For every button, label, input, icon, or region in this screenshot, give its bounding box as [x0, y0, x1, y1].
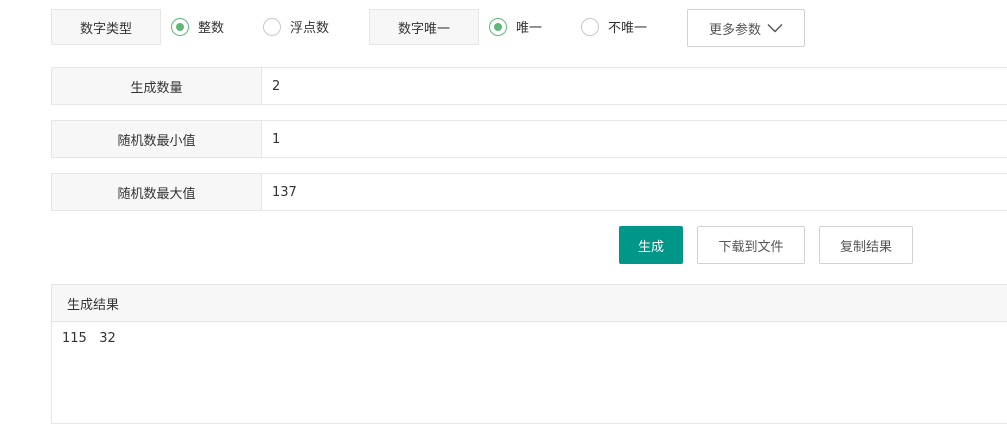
result-textarea[interactable]: 115 32 — [52, 322, 1007, 355]
number-type-label-text: 数字类型 — [79, 21, 132, 37]
number-unique-label-text: 数字唯一 — [397, 21, 450, 37]
field-max-label: 随机数最大值 — [52, 174, 262, 210]
field-count: 生成数量 2 — [51, 67, 1007, 105]
field-max: 随机数最大值 137 — [51, 173, 1007, 211]
result-title: 生成结果 — [52, 285, 1007, 322]
radio-float[interactable]: 浮点数 — [263, 17, 329, 36]
more-params-label: 更多参数 — [708, 22, 761, 38]
radio-integer-label: 整数 — [198, 21, 225, 36]
download-button[interactable]: 下载到文件 — [697, 226, 805, 264]
field-min: 随机数最小值 1 — [51, 120, 1007, 158]
field-count-label: 生成数量 — [52, 68, 262, 104]
number-unique-label: 数字唯一 — [369, 9, 479, 45]
field-count-input[interactable]: 2 — [262, 68, 1007, 104]
chevron-down-icon — [767, 24, 783, 33]
radio-not-unique[interactable]: 不唯一 — [581, 17, 647, 36]
radio-checked-icon — [171, 17, 189, 36]
field-min-input[interactable]: 1 — [262, 121, 1007, 157]
field-max-input[interactable]: 137 — [262, 174, 1007, 210]
radio-not-unique-label: 不唯一 — [608, 21, 648, 36]
generate-button[interactable]: 生成 — [619, 226, 683, 264]
radio-unique[interactable]: 唯一 — [489, 17, 542, 36]
result-panel: 生成结果 115 32 — [51, 284, 1007, 424]
field-min-label: 随机数最小值 — [52, 121, 262, 157]
copy-result-button[interactable]: 复制结果 — [819, 226, 913, 264]
radio-integer[interactable]: 整数 — [171, 17, 224, 36]
radio-unchecked-icon — [263, 17, 281, 36]
number-type-label: 数字类型 — [51, 9, 161, 45]
radio-float-label: 浮点数 — [290, 21, 330, 36]
radio-unchecked-icon — [581, 17, 599, 36]
radio-unique-label: 唯一 — [516, 21, 543, 36]
radio-checked-icon — [489, 17, 507, 36]
more-params-button[interactable]: 更多参数 — [687, 9, 805, 47]
